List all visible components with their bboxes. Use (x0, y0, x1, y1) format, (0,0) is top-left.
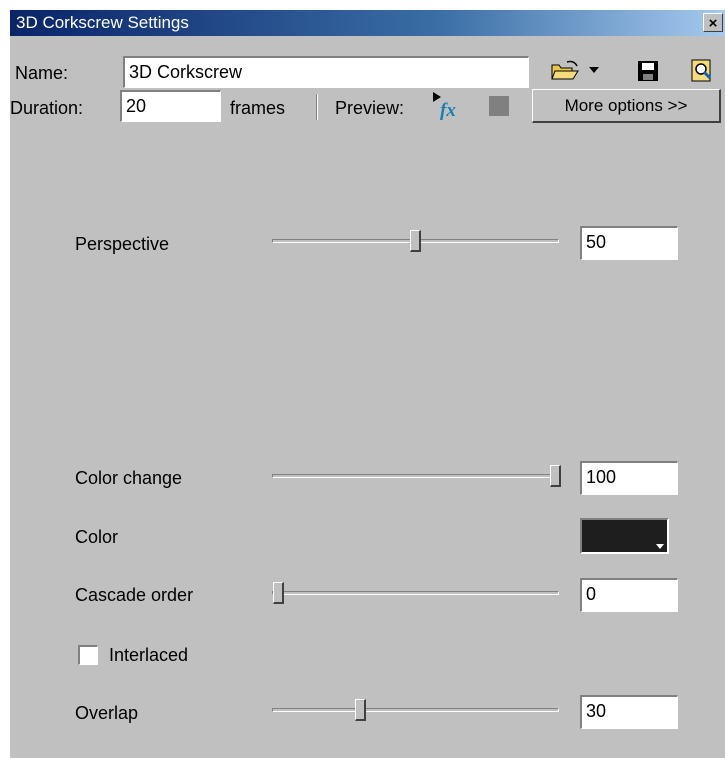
perspective-label: Perspective (75, 234, 170, 254)
title-bar: 3D Corkscrew Settings × (10, 10, 725, 36)
close-icon: × (708, 15, 718, 32)
overlap-slider-thumb[interactable] (355, 699, 366, 721)
overlap-slider-track[interactable] (272, 708, 559, 712)
preview-fx-icon[interactable]: fx (431, 90, 465, 120)
color-change-label: Color change (75, 468, 183, 488)
folder-open-icon[interactable] (550, 59, 584, 83)
perspective-slider-thumb[interactable] (410, 230, 421, 252)
preview-label: Preview: (335, 98, 405, 118)
perspective-input[interactable]: 50 (580, 226, 678, 260)
find-icon[interactable] (689, 58, 715, 84)
dropdown-arrow-icon[interactable] (588, 64, 600, 76)
cascade-order-slider-track[interactable] (272, 591, 559, 595)
cascade-order-label: Cascade order (75, 585, 194, 605)
name-label: Name: (15, 63, 69, 83)
settings-dialog: 3D Corkscrew Settings × Name: 3D Corkscr… (10, 10, 725, 758)
cascade-order-input[interactable]: 0 (580, 578, 678, 612)
save-icon[interactable] (637, 60, 659, 82)
duration-unit-label: frames (230, 98, 286, 118)
color-swatch[interactable] (580, 518, 669, 554)
more-options-button[interactable]: More options >> (532, 89, 721, 123)
interlaced-checkbox[interactable] (78, 645, 98, 665)
svg-text:fx: fx (440, 100, 456, 120)
overlap-label: Overlap (75, 703, 139, 723)
close-button[interactable]: × (703, 13, 723, 32)
color-change-input[interactable]: 100 (580, 461, 678, 495)
overlap-input[interactable]: 30 (580, 695, 678, 729)
color-change-slider-track[interactable] (272, 474, 559, 478)
cascade-order-slider-thumb[interactable] (273, 582, 284, 604)
window-title: 3D Corkscrew Settings (16, 13, 189, 32)
color-change-slider-thumb[interactable] (550, 465, 561, 487)
chevron-down-icon (656, 544, 664, 549)
color-label: Color (75, 527, 119, 547)
interlaced-label: Interlaced (109, 645, 189, 665)
name-input[interactable]: 3D Corkscrew (123, 56, 529, 88)
duration-label: Duration: (10, 98, 84, 118)
stop-icon[interactable] (489, 96, 509, 116)
duration-input[interactable]: 20 (120, 90, 221, 122)
toolbar-divider (316, 94, 318, 120)
